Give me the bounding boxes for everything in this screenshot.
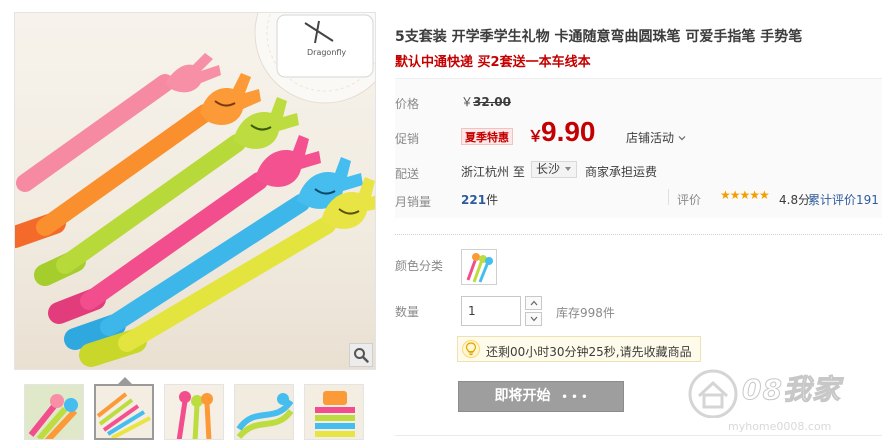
shipping-label: 配送 [395, 167, 420, 181]
thumbnail-4-image [235, 385, 293, 439]
thumbnail-1[interactable] [24, 384, 84, 440]
shop-activity-dropdown[interactable]: 店铺活动 [626, 129, 686, 146]
promo-price: 9.90 [541, 116, 596, 147]
mug-text: Dragonfly [307, 48, 346, 57]
monthly-sales-label: 月销量 [395, 195, 432, 209]
promo-label: 促销 [395, 132, 420, 146]
rating-stars-icon: ★★★★★ [720, 188, 770, 202]
price-panel: 价格 ￥32.00 促销 夏季特惠 ￥ 9.90 店铺活动 配送 浙江杭州 至 … [395, 78, 882, 218]
quantity-label: 数量 [395, 305, 420, 319]
countdown-notice: 还剩00小时30分钟25秒,请先收藏商品 [457, 336, 701, 362]
zoom-button[interactable] [349, 343, 373, 367]
rating-score: 4.8分 [779, 193, 811, 207]
thumbnail-5[interactable] [304, 384, 364, 440]
monthly-sales-count: 221 [461, 193, 487, 207]
color-option-image [466, 253, 493, 283]
original-price: ￥32.00 [461, 93, 511, 110]
thumbnail-1-image [25, 385, 83, 439]
original-price-currency: ￥ [461, 95, 474, 109]
coming-soon-label: 即将开始 [494, 388, 551, 404]
quantity-increase-button[interactable] [525, 296, 542, 310]
product-title: 5支套装 开学季学生礼物 卡通随意弯曲圆珠笔 可爱手指笔 手势笔 [395, 29, 803, 45]
ship-to-selector[interactable]: 长沙 [531, 161, 577, 178]
lightbulb-icon [462, 340, 480, 358]
color-label: 颜色分类 [395, 259, 444, 273]
review-divider [668, 189, 669, 205]
thumbnail-3[interactable] [164, 384, 224, 440]
color-option-swatch[interactable] [461, 249, 497, 285]
quantity-input[interactable]: 1 [461, 296, 521, 326]
coming-soon-dots: • • • [561, 392, 588, 403]
thumbnail-2-image [96, 386, 152, 438]
shop-activity-label: 店铺活动 [626, 131, 675, 145]
product-subtitle: 默认中通快递 买2套送一本车线本 [395, 55, 591, 70]
original-price-value: 32.00 [473, 95, 511, 109]
price-label: 价格 [395, 97, 420, 111]
ship-from: 浙江杭州 至 [461, 165, 525, 179]
countdown-text: 还剩00小时30分钟25秒,请先收藏商品 [486, 345, 692, 359]
product-gallery: Dragonfly [14, 12, 376, 440]
chevron-down-icon [530, 316, 537, 322]
caret-down-icon [564, 167, 571, 171]
site-watermark: 08我家 myhome0008.com [684, 368, 882, 440]
stock-info: 库存998件 [556, 306, 615, 320]
chevron-up-icon [530, 300, 537, 306]
thumb-selected-caret [118, 377, 132, 384]
shipping-fee: 商家承担运费 [585, 165, 658, 179]
section-divider [395, 234, 882, 235]
ship-to-city: 长沙 [536, 162, 561, 176]
thumbnail-5-image [305, 385, 363, 439]
lightbulb-glyph [465, 342, 477, 356]
promo-tag: 夏季特惠 [461, 128, 513, 145]
magnifier-icon [354, 348, 369, 363]
review-label: 评价 [677, 193, 702, 207]
cumulative-reviews-link[interactable]: 累计评价191 [808, 191, 879, 208]
watermark-url: myhome0008.com [728, 420, 832, 433]
thumbnail-3-image [165, 385, 223, 439]
chevron-down-icon [678, 136, 686, 141]
watermark-brand: 08我家 [742, 373, 841, 407]
monthly-sales: 221件 [461, 191, 498, 208]
thumbnail-4[interactable] [234, 384, 294, 440]
coming-soon-button[interactable]: 即将开始 • • • [458, 381, 624, 412]
thumbnail-2[interactable] [94, 384, 154, 440]
monthly-sales-unit: 件 [486, 193, 499, 207]
main-product-image[interactable]: Dragonfly [14, 12, 376, 370]
thumbnail-strip [14, 384, 376, 440]
finger-pens-illustration: Dragonfly [15, 13, 375, 367]
house-logo-icon [688, 369, 738, 418]
quantity-decrease-button[interactable] [525, 312, 542, 326]
